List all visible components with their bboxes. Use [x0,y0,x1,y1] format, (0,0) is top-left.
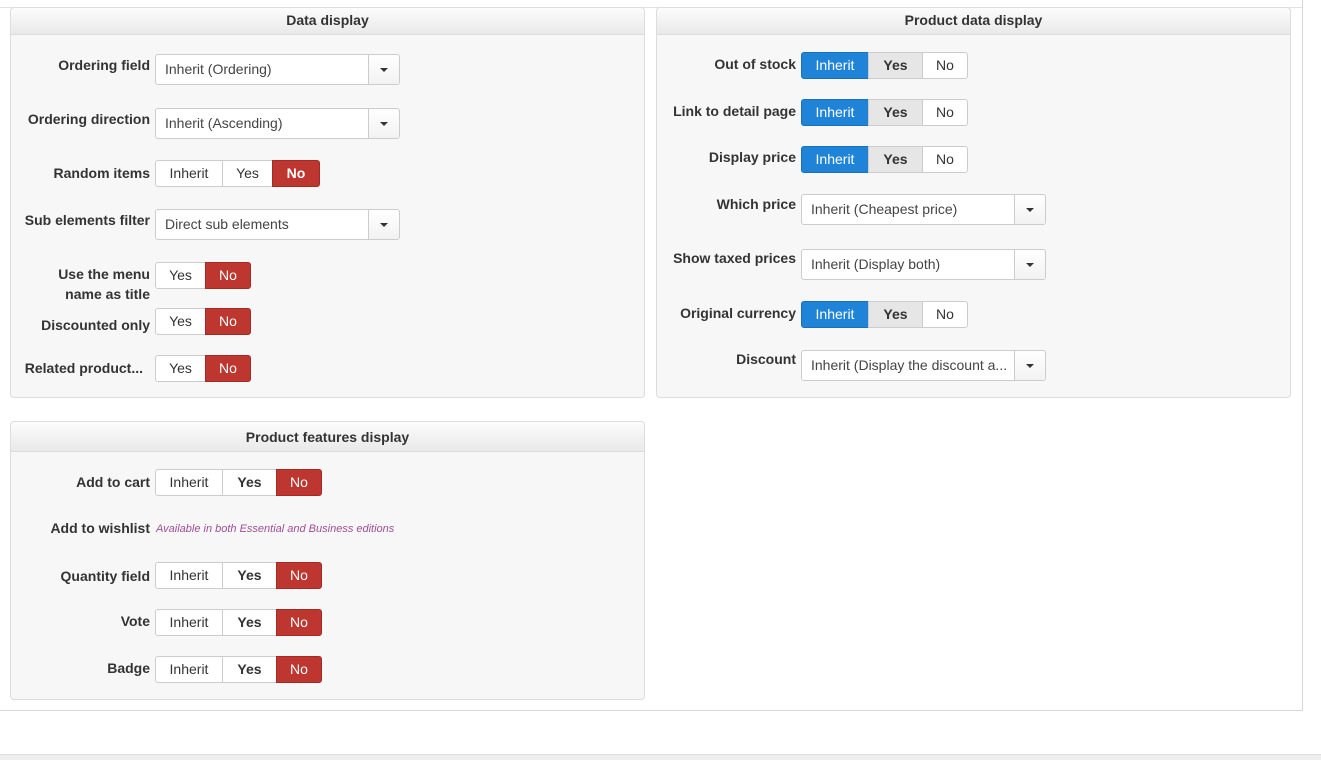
link-detail-no[interactable]: No [922,99,968,126]
discounted-only-label: Discounted only [41,317,150,333]
ordering-direction-label: Ordering direction [27,111,150,127]
vote-no[interactable]: No [276,609,322,636]
add-to-wishlist-note: Available in both Essential and Business… [156,523,395,535]
data-display-panel: Data display Ordering field Inherit (Ord… [10,7,645,398]
ordering-direction-select[interactable]: Inherit (Ascending) [155,108,400,139]
add-to-cart-label: Add to cart [76,474,150,490]
quantity-field-toggle: Inherit Yes No [155,562,322,589]
taxed-prices-select[interactable]: Inherit (Display both) [801,249,1046,280]
caret-down-icon[interactable] [368,55,399,84]
quantity-field-label: Quantity field [60,568,150,584]
discount-value: Inherit (Display the discount a... [811,357,1008,373]
sub-elements-filter-value: Direct sub elements [165,216,289,232]
add-to-cart-inherit[interactable]: Inherit [155,469,223,496]
random-items-yes[interactable]: Yes [222,160,273,187]
display-price-no[interactable]: No [922,146,968,173]
vote-label: Vote [120,613,150,629]
menu-name-title-no[interactable]: No [205,262,251,289]
product-data-display-panel: Product data display Out of stock Inheri… [656,7,1291,398]
related-products-yes[interactable]: Yes [155,355,206,382]
link-detail-yes[interactable]: Yes [868,99,923,126]
out-of-stock-inherit[interactable]: Inherit [801,52,869,79]
quantity-field-no[interactable]: No [276,562,322,589]
add-to-cart-no[interactable]: No [276,469,322,496]
link-detail-inherit[interactable]: Inherit [801,99,869,126]
random-items-inherit[interactable]: Inherit [155,160,223,187]
display-price-toggle: Inherit Yes No [801,146,968,173]
vote-toggle: Inherit Yes No [155,609,322,636]
bottom-scroll-bar [0,754,1321,760]
caret-down-icon[interactable] [1014,351,1045,380]
badge-no[interactable]: No [276,656,322,683]
discount-select[interactable]: Inherit (Display the discount a... [801,350,1046,381]
quantity-field-inherit[interactable]: Inherit [155,562,223,589]
out-of-stock-no[interactable]: No [922,52,968,79]
original-currency-inherit[interactable]: Inherit [801,301,869,328]
add-to-cart-yes[interactable]: Yes [222,469,277,496]
which-price-label: Which price [716,196,796,212]
random-items-no[interactable]: No [272,160,320,187]
product-data-display-title: Product data display [657,8,1290,35]
random-items-label: Random items [53,165,150,181]
which-price-value: Inherit (Cheapest price) [811,201,958,217]
vote-yes[interactable]: Yes [222,609,277,636]
link-detail-toggle: Inherit Yes No [801,99,968,126]
product-features-display-title: Product features display [11,422,644,452]
add-to-cart-toggle: Inherit Yes No [155,469,322,496]
menu-name-title-label-2: name as title [65,286,150,302]
related-products-no[interactable]: No [205,355,251,382]
display-price-label: Display price [708,149,796,165]
random-items-toggle: Inherit Yes No [155,160,320,187]
original-currency-yes[interactable]: Yes [868,301,923,328]
display-price-yes[interactable]: Yes [868,146,923,173]
discount-label: Discount [736,351,796,367]
link-detail-label: Link to detail page [673,103,796,119]
out-of-stock-yes[interactable]: Yes [868,52,923,79]
related-products-toggle: Yes No [155,355,251,382]
taxed-prices-value: Inherit (Display both) [811,256,941,272]
which-price-select[interactable]: Inherit (Cheapest price) [801,194,1046,225]
sub-elements-filter-select[interactable]: Direct sub elements [155,209,400,240]
badge-toggle: Inherit Yes No [155,656,322,683]
caret-down-icon[interactable] [1014,250,1045,279]
taxed-prices-label: Show taxed prices [673,250,796,266]
menu-name-title-toggle: Yes No [155,262,251,289]
badge-inherit[interactable]: Inherit [155,656,223,683]
ordering-field-value: Inherit (Ordering) [165,61,272,77]
product-features-display-panel: Product features display Add to cart Inh… [10,421,645,700]
out-of-stock-label: Out of stock [714,56,796,72]
vote-inherit[interactable]: Inherit [155,609,223,636]
out-of-stock-toggle: Inherit Yes No [801,52,968,79]
badge-label: Badge [107,660,150,676]
menu-name-title-yes[interactable]: Yes [155,262,206,289]
ordering-field-label: Ordering field [58,57,150,73]
discounted-only-yes[interactable]: Yes [155,308,206,335]
caret-down-icon[interactable] [1014,195,1045,224]
add-to-wishlist-label: Add to wishlist [50,520,150,536]
badge-yes[interactable]: Yes [222,656,277,683]
related-products-label: Related product... [24,360,143,376]
caret-down-icon[interactable] [368,210,399,239]
ordering-field-select[interactable]: Inherit (Ordering) [155,54,400,85]
menu-name-title-label-1: Use the menu [58,266,150,282]
discounted-only-toggle: Yes No [155,308,251,335]
discounted-only-no[interactable]: No [205,308,251,335]
caret-down-icon[interactable] [368,109,399,138]
original-currency-toggle: Inherit Yes No [801,301,968,328]
quantity-field-yes[interactable]: Yes [222,562,277,589]
data-display-title: Data display [11,8,644,35]
sub-elements-filter-label: Sub elements filter [24,212,150,228]
display-price-inherit[interactable]: Inherit [801,146,869,173]
original-currency-no[interactable]: No [922,301,968,328]
ordering-direction-value: Inherit (Ascending) [165,115,283,131]
original-currency-label: Original currency [680,305,796,321]
